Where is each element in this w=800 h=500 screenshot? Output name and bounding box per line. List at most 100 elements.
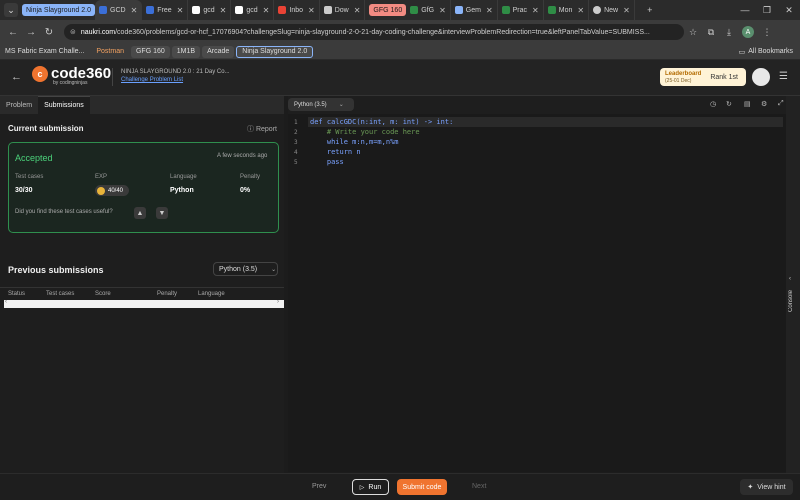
reset-icon[interactable]: ↻ [726,100,732,108]
close-icon[interactable]: ✕ [220,6,227,15]
browser-tab[interactable]: gcd ✕ [188,0,232,20]
tab-label: Free [157,6,172,14]
thumbs-up-icon[interactable]: ▲ [134,207,146,219]
close-icon[interactable]: ✕ [439,6,446,15]
col-test-cases: Test cases [46,291,75,297]
status-accepted: Accepted [15,153,53,163]
leaderboard-badge[interactable]: Leaderboard (25-01 Dec) Rank 1st [660,68,746,86]
address-bar-row: ← → ↻ ⊜ naukri.com/code360/problems/gcd-… [0,20,800,44]
code-line[interactable]: while m:n,m=m,n%m [310,138,399,146]
browser-tab[interactable]: GCD ✕ [95,0,143,20]
tab-submissions[interactable]: Submissions [38,96,90,114]
browser-tab[interactable]: Gem ✕ [451,0,498,20]
close-icon[interactable]: ✕ [577,6,584,15]
browser-tab[interactable]: New ✕ [589,0,635,20]
profile-avatar[interactable]: A [742,26,754,38]
forward-icon[interactable]: → [22,27,40,38]
close-window-icon[interactable]: ✕ [778,5,800,16]
back-arrow-icon[interactable]: ← [11,71,22,83]
rank-label: Rank 1st [710,73,738,81]
language-filter-select[interactable]: Python (3.5) ⌄ [213,262,278,276]
bookmark-item[interactable]: Arcade [202,45,235,58]
browser-tab[interactable]: Prac ✕ [498,0,544,20]
left-panel-tabs: Problem Submissions [0,96,284,114]
editor-language-select[interactable]: Python (3.5) ⌄ [288,98,354,111]
notes-icon[interactable]: ▤ [744,100,751,108]
submit-code-button[interactable]: Submit code [397,479,447,495]
fullscreen-icon[interactable]: ⤢ [778,100,784,108]
bookmark-item[interactable]: GFG 160 [130,45,170,58]
code-line[interactable]: # Write your code here [310,128,420,136]
scroll-right-icon[interactable]: › [277,299,279,305]
close-icon[interactable]: ✕ [354,6,361,15]
minimize-icon[interactable]: — [734,5,756,15]
gmail-icon [278,6,287,14]
browser-tab[interactable]: Dow ✕ [320,0,366,20]
thumbs-down-icon[interactable]: ▼ [156,207,168,219]
maximize-icon[interactable]: ❐ [756,5,778,16]
browser-menu-icon[interactable]: ⋮ [758,27,776,38]
tab-label: Inbo [289,6,303,14]
bookmark-item[interactable]: 1M1B [171,45,201,58]
tab-label: gcd [203,6,215,14]
tab-search-icon[interactable]: ⌄ [4,3,18,17]
close-icon[interactable]: ✕ [308,6,315,15]
browser-tab[interactable]: Inbo ✕ [274,0,320,20]
line-number: 4 [294,149,298,156]
close-icon[interactable]: ✕ [532,6,539,15]
console-label[interactable]: Console [788,290,794,312]
reload-icon[interactable]: ↻ [40,27,58,38]
code-line[interactable]: pass [310,158,344,166]
chrome-icon [593,6,602,14]
coin-icon [97,186,105,195]
google-icon [192,6,201,14]
prev-button[interactable]: Prev [312,483,326,490]
user-avatar[interactable] [752,68,770,86]
settings-gear-icon[interactable]: ⚙ [761,100,767,108]
browser-tab[interactable]: gcd ✕ [231,0,275,20]
bookmark-item[interactable]: Postman [91,46,129,58]
site-info-icon[interactable]: ⊜ [70,28,76,36]
bookmark-star-icon[interactable]: ☆ [684,27,702,38]
run-button[interactable]: ▷ Run [352,479,389,495]
code-line[interactable]: def calcGDC(n:int, m: int) -> int: [310,118,453,126]
downloads-icon[interactable]: ⤓ [720,27,738,38]
challenge-list-link[interactable]: Challenge Problem List [121,77,230,83]
col-score: Score [95,291,111,297]
all-bookmarks[interactable]: ▭ All Bookmarks [734,46,798,58]
close-icon[interactable]: ✕ [623,6,630,15]
code360-logo[interactable]: c code360 by codingninjas [32,66,111,86]
bookmark-item[interactable]: Ninja Slayground 2.0 [236,45,314,58]
col-penalty: Penalty [157,291,178,297]
close-icon[interactable]: ✕ [486,6,493,15]
code-line[interactable]: return n [310,148,361,156]
close-icon[interactable]: ✕ [177,6,184,15]
gfg-icon [410,6,419,14]
tab-problem[interactable]: Problem [0,96,38,114]
line-number: 2 [294,129,298,136]
browser-tab[interactable]: Free ✕ [142,0,189,20]
chevron-left-icon[interactable]: ‹ [789,276,791,282]
close-icon[interactable]: ✕ [131,6,138,15]
hamburger-menu-icon[interactable]: ☰ [779,71,788,82]
console-rail[interactable] [786,96,800,473]
scroll-left-icon[interactable]: ‹ [5,299,7,305]
close-icon[interactable]: ✕ [263,6,270,15]
tab-group-ninja-slayground[interactable]: Ninja Slayground 2.0 [22,4,95,16]
chevron-down-icon: ⌄ [338,102,344,108]
tab-group-gfg-160[interactable]: GFG 160 [369,4,407,16]
next-button[interactable]: Next [472,483,486,490]
code-editor[interactable] [288,114,786,472]
browser-tab[interactable]: Mon ✕ [544,0,590,20]
new-tab-icon[interactable]: + [639,5,661,15]
timer-icon[interactable]: ◷ [710,100,716,108]
bookmark-item[interactable]: MS Fabric Exam Challe... [0,46,89,58]
extensions-icon[interactable]: ⧉ [702,27,720,38]
view-hint-button[interactable]: ✦ View hint [740,479,793,495]
browser-tab[interactable]: GfG ✕ [406,0,451,20]
test-cases-label: Test cases [15,174,44,180]
back-icon[interactable]: ← [4,27,22,38]
report-button[interactable]: ⓘ Report [247,124,277,134]
url-input[interactable]: ⊜ naukri.com/code360/problems/gcd-or-hcf… [64,24,684,40]
horizontal-scrollbar[interactable] [4,300,284,308]
